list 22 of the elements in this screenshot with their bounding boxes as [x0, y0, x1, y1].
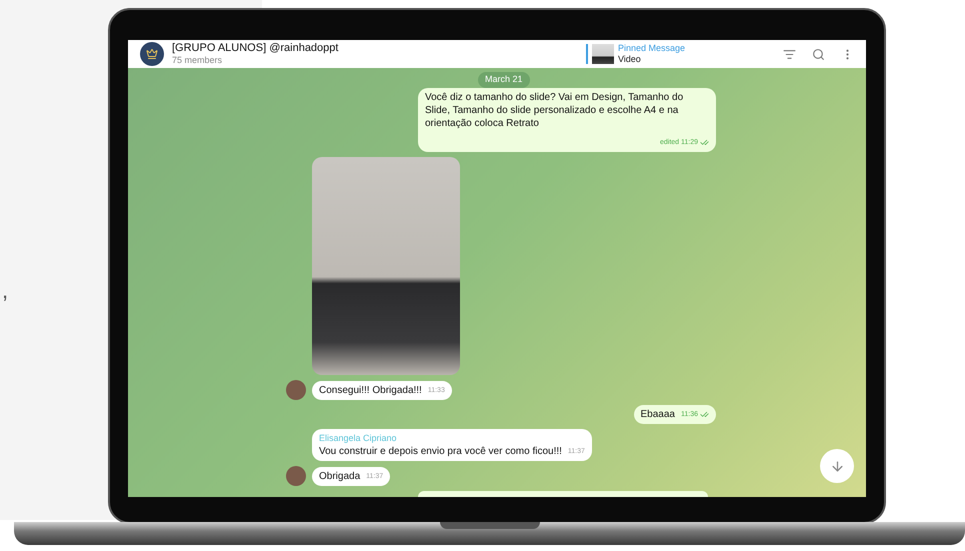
- member-count: 75 members: [172, 54, 224, 66]
- message-text: Você diz o tamanho do slide? Vai em Design, Tamanho do Slide, Tamanho do slide personalizado e escolhe A4 e na orientação coloca Retrato: [425, 91, 684, 130]
- message-text: Consegui!!! Obrigada!!!: [319, 384, 422, 397]
- page-text: ,: [2, 276, 8, 304]
- search-icon[interactable]: [812, 48, 825, 60]
- avatar: [286, 466, 306, 486]
- chat-title[interactable]: [GRUPO ALUNOS] @rainhadoppt: [172, 42, 338, 54]
- sender-name[interactable]: Elisangela Cipriano: [319, 432, 585, 445]
- scroll-down-button[interactable]: [820, 449, 854, 483]
- photo-placeholder[interactable]: [312, 157, 460, 375]
- pinned-text: Video: [618, 54, 642, 65]
- crown-icon: [146, 48, 158, 60]
- filter-icon[interactable]: [783, 48, 796, 60]
- avatar: [286, 380, 306, 400]
- video-thumbnail[interactable]: [592, 44, 614, 64]
- group-avatar[interactable]: [140, 42, 164, 66]
- message-text: Obrigada: [319, 470, 360, 483]
- message-text: Vou construir e depois envio pra você ver como ficou!!!: [319, 445, 562, 458]
- arrow-down-icon: [830, 458, 844, 474]
- pinned-label[interactable]: Pinned Message: [618, 43, 685, 54]
- message-text: Ebaaaa: [640, 408, 675, 421]
- date-badge: March 21: [478, 72, 530, 88]
